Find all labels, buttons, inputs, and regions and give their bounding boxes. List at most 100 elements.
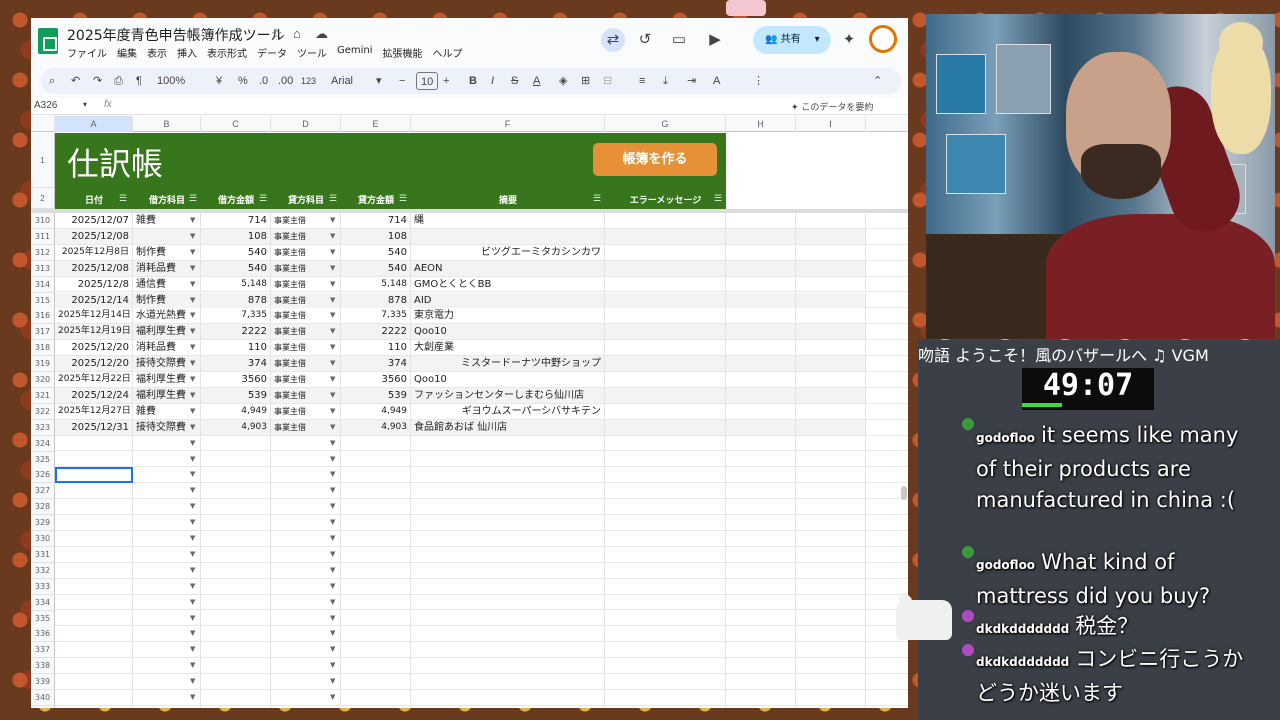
cell-date[interactable]: 2025/12/14 bbox=[55, 292, 133, 308]
cell-err[interactable] bbox=[605, 690, 726, 705]
cell-memo[interactable]: AID bbox=[411, 292, 605, 308]
cell-h[interactable] bbox=[726, 419, 796, 435]
chevron-down-icon[interactable]: ▼ bbox=[190, 467, 195, 482]
wrap-icon[interactable]: ⇥ bbox=[687, 72, 696, 90]
cell-err[interactable] bbox=[605, 515, 726, 531]
make-ledger-button[interactable]: 帳簿を作る bbox=[593, 143, 717, 176]
cell-date[interactable]: 2025/12/20 bbox=[55, 356, 133, 372]
cell-camt[interactable] bbox=[341, 562, 411, 578]
cell-i[interactable] bbox=[796, 626, 866, 642]
cell-err[interactable] bbox=[605, 467, 726, 483]
column-header-a[interactable]: A bbox=[55, 116, 133, 132]
cloud-icon[interactable]: ☁ bbox=[315, 26, 328, 42]
print-icon[interactable]: ⎙ bbox=[114, 72, 123, 90]
cell-i[interactable] bbox=[796, 578, 866, 594]
cell-err[interactable] bbox=[605, 387, 726, 403]
cell-h[interactable] bbox=[726, 276, 796, 292]
cell-h[interactable] bbox=[726, 435, 796, 451]
cell-damt[interactable]: 4,903 bbox=[201, 419, 271, 435]
cell-camt[interactable] bbox=[341, 690, 411, 705]
cell-i[interactable] bbox=[796, 372, 866, 387]
cell-damt[interactable] bbox=[201, 705, 271, 708]
cell-h[interactable] bbox=[726, 531, 796, 546]
row-number[interactable]: 321 bbox=[31, 387, 55, 404]
cell-date[interactable] bbox=[55, 562, 133, 578]
cell-camt[interactable]: 3560 bbox=[341, 372, 411, 387]
chevron-down-icon[interactable]: ▼ bbox=[330, 436, 335, 451]
row-number[interactable]: 330 bbox=[31, 531, 55, 547]
cell-damt[interactable] bbox=[201, 467, 271, 483]
cell-h[interactable] bbox=[726, 499, 796, 515]
cell-i[interactable] bbox=[796, 531, 866, 546]
menu-gemini[interactable]: Gemini bbox=[337, 45, 373, 60]
cell-h[interactable] bbox=[726, 308, 796, 324]
filter-icon[interactable]: ☰ bbox=[119, 193, 127, 204]
cell-memo[interactable] bbox=[411, 546, 605, 562]
cell-damt[interactable]: 110 bbox=[201, 340, 271, 356]
chevron-down-icon[interactable]: ▼ bbox=[190, 308, 195, 323]
row-number[interactable]: 325 bbox=[31, 451, 55, 468]
filter-icon[interactable]: ☰ bbox=[399, 193, 407, 204]
cell-camt[interactable] bbox=[341, 499, 411, 515]
font-size-increase[interactable]: + bbox=[443, 72, 449, 90]
cell-date[interactable] bbox=[55, 705, 133, 708]
row-number[interactable]: 326 bbox=[31, 467, 55, 484]
sheets-logo-icon[interactable] bbox=[38, 28, 58, 54]
cell-camt[interactable] bbox=[341, 531, 411, 546]
cell-h[interactable] bbox=[726, 674, 796, 690]
cell-err[interactable] bbox=[605, 451, 726, 467]
cell-camt[interactable]: 4,949 bbox=[341, 403, 411, 419]
column-header-d[interactable]: D bbox=[271, 116, 341, 132]
chevron-down-icon[interactable]: ▼ bbox=[190, 499, 195, 514]
cell-date[interactable]: 2025年12月19日 bbox=[55, 324, 133, 340]
cell-err[interactable] bbox=[605, 419, 726, 435]
chevron-down-icon[interactable]: ▼ bbox=[190, 356, 195, 371]
cell-memo[interactable] bbox=[411, 499, 605, 515]
chevron-down-icon[interactable]: ▼ bbox=[190, 436, 195, 451]
chevron-down-icon[interactable]: ▼ bbox=[190, 229, 195, 244]
cell-date[interactable] bbox=[55, 531, 133, 546]
number-format-button[interactable]: 123 bbox=[301, 72, 316, 90]
row-number[interactable]: 317 bbox=[31, 324, 55, 341]
column-header-b[interactable]: B bbox=[133, 116, 201, 132]
row-number[interactable]: 2 bbox=[31, 188, 55, 209]
chevron-down-icon[interactable]: ▼ bbox=[330, 706, 335, 708]
cell-h[interactable] bbox=[726, 546, 796, 562]
cell-err[interactable] bbox=[605, 594, 726, 610]
cell-memo[interactable] bbox=[411, 562, 605, 578]
cell-memo[interactable]: ビツグエーミタカシンカワ bbox=[411, 244, 605, 260]
valign-icon[interactable]: ⤓ bbox=[663, 72, 668, 90]
chevron-down-icon[interactable]: ▼ bbox=[330, 674, 335, 689]
filter-icon[interactable]: ☰ bbox=[329, 193, 337, 204]
cell-date[interactable]: 2025年12月22日 bbox=[55, 372, 133, 387]
cell-camt[interactable] bbox=[341, 483, 411, 499]
cell-damt[interactable]: 539 bbox=[201, 387, 271, 403]
chevron-down-icon[interactable]: ▼ bbox=[330, 690, 335, 705]
chevron-down-icon[interactable]: ▼ bbox=[330, 499, 335, 514]
cell-camt[interactable] bbox=[341, 467, 411, 483]
cell-date[interactable] bbox=[55, 626, 133, 642]
filter-icon[interactable]: ☰ bbox=[714, 193, 722, 204]
cell-memo[interactable] bbox=[411, 594, 605, 610]
row-number[interactable]: 313 bbox=[31, 260, 55, 277]
chevron-down-icon[interactable]: ▼ bbox=[190, 595, 195, 610]
cell-memo[interactable] bbox=[411, 658, 605, 674]
cell-h[interactable] bbox=[726, 515, 796, 531]
row-number[interactable]: 339 bbox=[31, 674, 55, 691]
row-number[interactable]: 311 bbox=[31, 228, 55, 245]
cell-err[interactable] bbox=[605, 674, 726, 690]
cell-memo[interactable]: 縄 bbox=[411, 213, 605, 228]
cell-camt[interactable]: 110 bbox=[341, 340, 411, 356]
cell-camt[interactable] bbox=[341, 515, 411, 531]
column-header-f[interactable]: F bbox=[411, 116, 605, 132]
cell-err[interactable] bbox=[605, 292, 726, 308]
cell-damt[interactable] bbox=[201, 578, 271, 594]
chevron-down-icon[interactable]: ▼ bbox=[190, 293, 195, 308]
chevron-down-icon[interactable]: ▼ bbox=[330, 515, 335, 530]
paint-format-icon[interactable]: ¶ bbox=[136, 72, 142, 90]
cell-damt[interactable] bbox=[201, 531, 271, 546]
cell-h[interactable] bbox=[726, 578, 796, 594]
font-select[interactable]: Arial bbox=[331, 72, 353, 90]
column-header-h[interactable]: H bbox=[726, 116, 796, 132]
chevron-down-icon[interactable]: ▼ bbox=[190, 245, 195, 260]
